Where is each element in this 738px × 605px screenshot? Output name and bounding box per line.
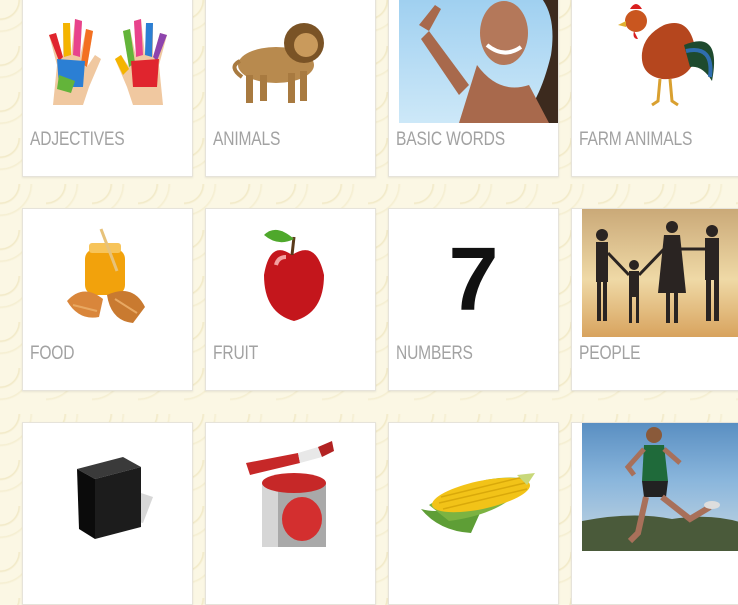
category-tile-numbers[interactable]: 7 NUMBERS: [388, 208, 559, 391]
number-seven-image: 7: [389, 209, 558, 337]
category-label: FOOD: [30, 343, 75, 364]
category-label: PEOPLE: [579, 343, 641, 364]
people-photo: [572, 209, 738, 337]
category-tile-shapes[interactable]: [22, 422, 193, 605]
honey-pastry-image: [23, 209, 192, 337]
lion-image: [206, 0, 375, 123]
category-tile-farm-animals[interactable]: FARM ANIMALS: [571, 0, 738, 177]
number-glyph: 7: [448, 230, 499, 330]
category-tile-animals[interactable]: ANIMALS: [205, 0, 376, 177]
category-tile-vegetables[interactable]: [388, 422, 559, 605]
category-tile-sports[interactable]: [571, 422, 738, 605]
paint-can-image: [206, 423, 375, 551]
apple-image: [206, 209, 375, 337]
woman-photo: [389, 0, 558, 123]
category-label: FRUIT: [213, 343, 259, 364]
category-tile-people[interactable]: PEOPLE: [571, 208, 738, 391]
rooster-image: [572, 0, 738, 123]
category-label: BASIC WORDS: [396, 129, 506, 150]
category-tile-adjectives[interactable]: ADJECTIVES: [22, 0, 193, 177]
category-tile-food[interactable]: FOOD: [22, 208, 193, 391]
category-tile-colors[interactable]: [205, 422, 376, 605]
category-label: FARM ANIMALS: [579, 129, 693, 150]
runner-photo: [572, 423, 738, 551]
category-tile-fruit[interactable]: FRUIT: [205, 208, 376, 391]
category-tile-basic-words[interactable]: BASIC WORDS: [388, 0, 559, 177]
category-label: NUMBERS: [396, 343, 473, 364]
category-label: ADJECTIVES: [30, 129, 125, 150]
category-grid: ADJECTIVES ANIMALS BASIC WORDS FARM ANIM…: [22, 0, 738, 605]
corn-image: [389, 423, 558, 551]
painted-hands-image: [23, 0, 192, 123]
cube-image: [23, 423, 192, 551]
category-label: ANIMALS: [213, 129, 281, 150]
